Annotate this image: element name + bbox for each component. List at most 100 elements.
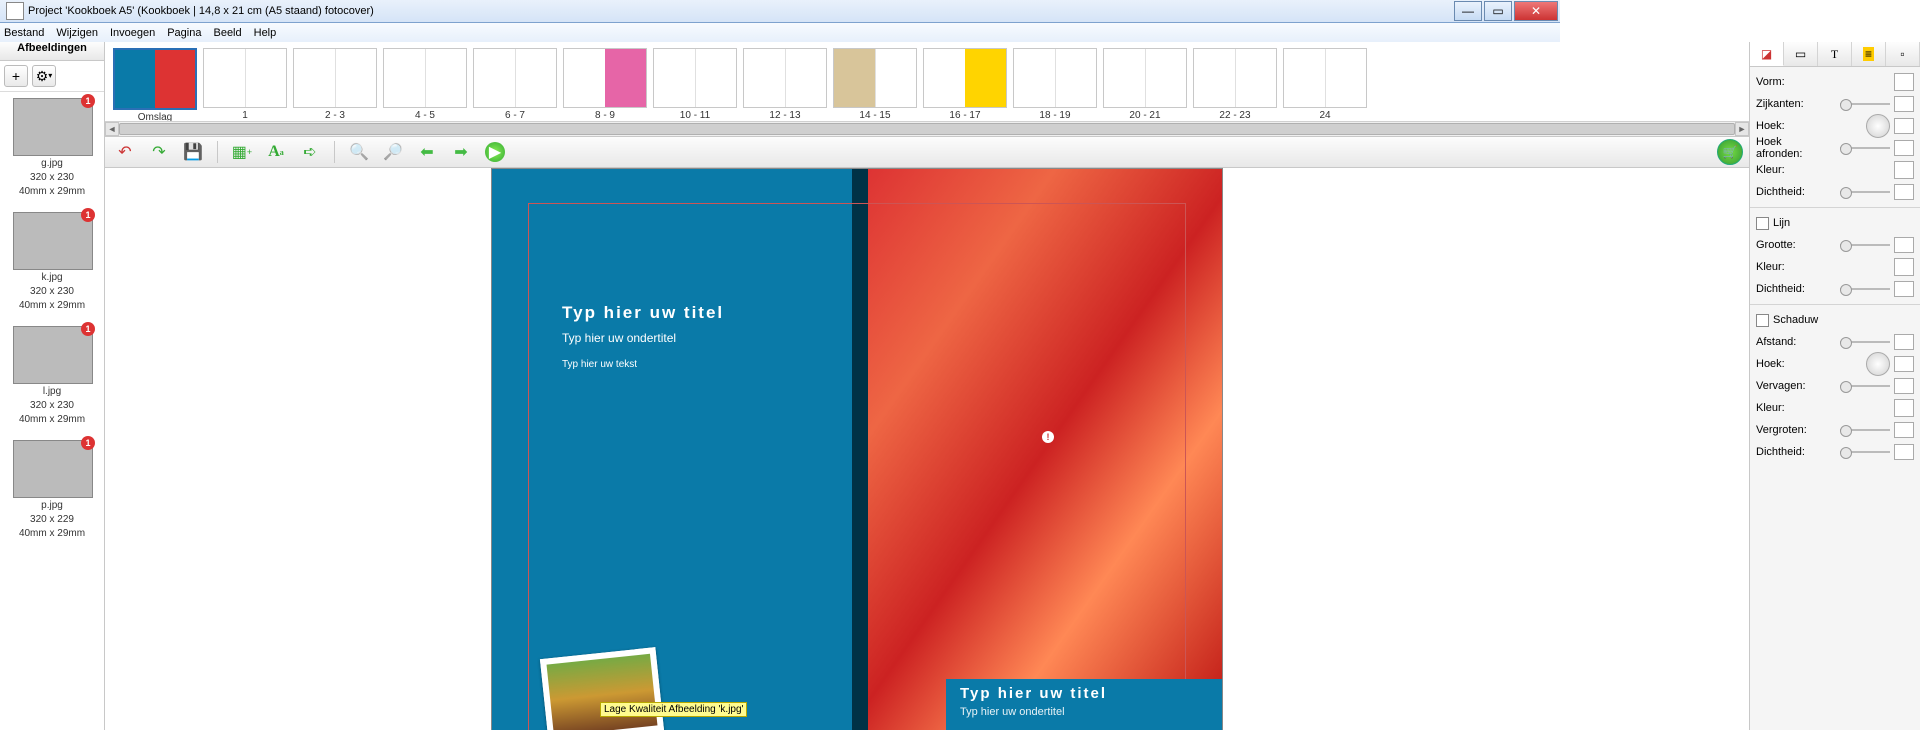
zoom-out-button[interactable]: 🔍 <box>347 140 371 164</box>
next-page-button[interactable]: ➡ <box>449 140 473 164</box>
cover-spread[interactable]: Typ hier uw titel Typ hier uw ondertitel… <box>491 168 1223 730</box>
page-thumb[interactable]: 22 - 23 <box>1193 48 1277 126</box>
corner-slider[interactable] <box>1840 143 1890 153</box>
preview-button[interactable]: ▶ <box>483 140 507 164</box>
menu-beeld[interactable]: Beeld <box>213 27 241 39</box>
page-thumb[interactable]: 14 - 15 <box>833 48 917 126</box>
label-zijkanten: Zijkanten: <box>1756 98 1830 110</box>
page-thumb[interactable]: 6 - 7 <box>473 48 557 126</box>
shape-icon: ◪ <box>1761 47 1772 61</box>
shadow-checkbox[interactable] <box>1756 314 1769 327</box>
opacity-field[interactable] <box>1894 184 1914 200</box>
editor-canvas[interactable]: Typ hier uw titel Typ hier uw ondertitel… <box>105 168 1749 730</box>
line-size-field[interactable] <box>1894 237 1914 253</box>
insert-text-button[interactable]: Aa <box>264 140 288 164</box>
menu-pagina[interactable]: Pagina <box>167 27 201 39</box>
image-thumb[interactable]: 1k.jpg320 x 23040mm x 29mm <box>13 212 91 312</box>
thumb-size: 40mm x 29mm <box>13 186 91 198</box>
body-placeholder[interactable]: Typ hier uw tekst <box>562 359 724 370</box>
page-thumb[interactable]: 16 - 17 <box>923 48 1007 126</box>
shadow-color[interactable] <box>1894 399 1914 417</box>
page-thumb[interactable]: 10 - 11 <box>653 48 737 126</box>
line-color[interactable] <box>1894 258 1914 276</box>
tab-page[interactable]: ▫ <box>1886 42 1920 66</box>
page-thumb[interactable]: Omslag <box>113 48 197 126</box>
line-checkbox[interactable] <box>1756 217 1769 230</box>
tab-shape[interactable]: ◪ <box>1750 42 1784 66</box>
menu-bestand[interactable]: Bestand <box>4 27 44 39</box>
subtitle-placeholder[interactable]: Typ hier uw ondertitel <box>562 331 724 345</box>
thumb-size: 40mm x 29mm <box>13 300 91 312</box>
angle-knob[interactable] <box>1866 114 1890 138</box>
thumb-size: 40mm x 29mm <box>13 414 91 426</box>
minimize-button[interactable]: — <box>1454 1 1482 21</box>
cart-icon: 🛒 <box>1723 145 1738 159</box>
image-thumb[interactable]: 1g.jpg320 x 23040mm x 29mm <box>13 98 91 198</box>
menu-help[interactable]: Help <box>254 27 277 39</box>
insert-shape-button[interactable]: ➪ <box>298 140 322 164</box>
shadow-blur-field[interactable] <box>1894 378 1914 394</box>
shadow-dist-field[interactable] <box>1894 334 1914 350</box>
page-thumb[interactable]: 12 - 13 <box>743 48 827 126</box>
zoom-in-button[interactable]: 🔎 <box>381 140 405 164</box>
image-thumb[interactable]: 1l.jpg320 x 23040mm x 29mm <box>13 326 91 426</box>
sides-field[interactable] <box>1894 96 1914 112</box>
shadow-dist-slider[interactable] <box>1840 337 1890 347</box>
line-size-slider[interactable] <box>1840 240 1890 250</box>
image-options-button[interactable]: ⚙▾ <box>32 65 56 87</box>
maximize-button[interactable]: ▭ <box>1484 1 1512 21</box>
menu-invoegen[interactable]: Invoegen <box>110 27 155 39</box>
shadow-blur-slider[interactable] <box>1840 381 1890 391</box>
image-thumb[interactable]: 1p.jpg320 x 22940mm x 29mm <box>13 440 91 540</box>
tab-frame[interactable]: ▭ <box>1784 42 1818 66</box>
scroll-left-arrow[interactable]: ◄ <box>105 122 119 136</box>
corner-field[interactable] <box>1894 140 1914 156</box>
pages-scrollbar[interactable]: ◄ ► <box>105 121 1749 136</box>
page-thumb[interactable]: 20 - 21 <box>1103 48 1187 126</box>
line-opacity-field[interactable] <box>1894 281 1914 297</box>
line-opacity-slider[interactable] <box>1840 284 1890 294</box>
back-text-block[interactable]: Typ hier uw titel Typ hier uw ondertitel… <box>562 303 724 370</box>
label-sh-vergroten: Vergroten: <box>1756 424 1830 436</box>
tab-ruler[interactable]: ≡ <box>1852 42 1886 66</box>
shadow-angle-field[interactable] <box>1894 356 1914 372</box>
page-thumb[interactable]: 8 - 9 <box>563 48 647 126</box>
fill-color[interactable] <box>1894 161 1914 179</box>
order-button[interactable]: 🛒 <box>1717 139 1743 165</box>
shadow-spread-field[interactable] <box>1894 422 1914 438</box>
close-button[interactable]: ✕ <box>1514 1 1558 21</box>
scroll-right-arrow[interactable]: ► <box>1735 122 1749 136</box>
usage-badge: 1 <box>81 436 95 450</box>
page-thumb[interactable]: 18 - 19 <box>1013 48 1097 126</box>
shadow-spread-slider[interactable] <box>1840 425 1890 435</box>
cover-title-placeholder[interactable]: Typ hier uw titel <box>960 685 1208 702</box>
page-thumb[interactable]: 2 - 3 <box>293 48 377 126</box>
shadow-opacity-slider[interactable] <box>1840 447 1890 457</box>
label-sh-kleur: Kleur: <box>1756 402 1830 414</box>
page-label: 10 - 11 <box>653 110 737 121</box>
title-placeholder[interactable]: Typ hier uw titel <box>562 303 724 323</box>
page-thumb[interactable]: 24 <box>1283 48 1367 126</box>
opacity-slider[interactable] <box>1840 187 1890 197</box>
insert-image-button[interactable]: ▦+ <box>230 140 254 164</box>
front-title-block[interactable]: Typ hier uw titel Typ hier uw ondertitel <box>946 679 1222 730</box>
menu-wijzigen[interactable]: Wijzigen <box>56 27 98 39</box>
tab-text[interactable]: T <box>1818 42 1852 66</box>
scroll-thumb[interactable] <box>119 123 1735 135</box>
shape-picker[interactable] <box>1894 73 1914 91</box>
angle-field[interactable] <box>1894 118 1914 134</box>
save-button[interactable]: 💾 <box>181 140 205 164</box>
cover-subtitle-placeholder[interactable]: Typ hier uw ondertitel <box>960 706 1208 718</box>
shadow-opacity-field[interactable] <box>1894 444 1914 460</box>
main-toolbar: ↶ ↷ 💾 ▦+ Aa ➪ 🔍 🔎 ⬅ ➡ ▶ 🛒 <box>105 137 1749 168</box>
prev-page-button[interactable]: ⬅ <box>415 140 439 164</box>
add-image-button[interactable]: + <box>4 65 28 87</box>
page-thumb[interactable]: 1 <box>203 48 287 126</box>
sides-slider[interactable] <box>1840 99 1890 109</box>
page-thumb[interactable]: 4 - 5 <box>383 48 467 126</box>
shadow-angle-knob[interactable] <box>1866 352 1890 376</box>
images-panel: Afbeeldingen + ⚙▾ 1g.jpg320 x 23040mm x … <box>0 42 105 730</box>
inserted-photo[interactable] <box>540 647 664 730</box>
undo-button[interactable]: ↶ <box>113 140 137 164</box>
redo-button[interactable]: ↷ <box>147 140 171 164</box>
